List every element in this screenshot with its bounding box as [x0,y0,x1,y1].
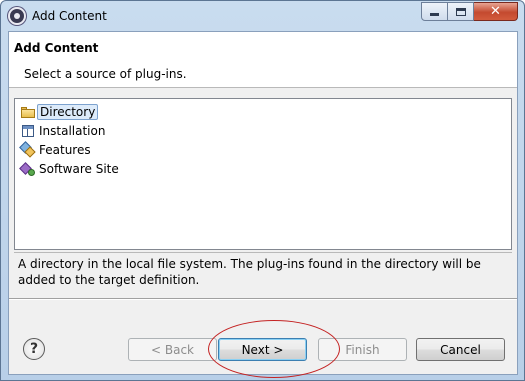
back-button[interactable]: < Back [128,338,217,361]
wizard-header: Add Content Select a source of plug-ins. [9,32,517,88]
help-button[interactable]: ? [23,338,45,360]
source-item-label: Installation [39,124,106,138]
maximize-button[interactable] [448,2,474,21]
close-icon: ✕ [490,4,501,19]
window-controls: ✕ [421,2,518,21]
minimize-icon [430,13,439,16]
annotation-oval [208,320,340,378]
dialog-body: Add Content Select a source of plug-ins.… [8,31,518,378]
source-item-features[interactable]: Features [19,141,93,159]
close-button[interactable]: ✕ [474,2,518,21]
page-description: Select a source of plug-ins. [24,67,187,81]
eclipse-app-icon [8,7,26,25]
minimize-button[interactable] [421,2,448,21]
cancel-button[interactable]: Cancel [416,338,505,361]
source-description: A directory in the local file system. Th… [14,252,512,294]
title-bar[interactable]: Add Content ✕ [1,1,524,31]
source-item-installation[interactable]: Installation [20,122,107,140]
window-title: Add Content [32,9,107,23]
source-item-label: Software Site [39,162,119,176]
software-site-icon [19,161,36,177]
source-list[interactable]: Directory Installation Features Software… [14,98,512,250]
source-item-directory[interactable]: Directory [20,103,99,121]
features-icon [19,141,36,158]
installation-icon [20,123,36,139]
source-item-software-site[interactable]: Software Site [19,160,121,178]
page-title: Add Content [14,41,99,55]
folder-icon [20,104,36,120]
button-bar-separator [9,298,517,300]
source-item-label: Features [39,143,91,157]
maximize-icon [455,7,466,16]
dialog-window: Add Content ✕ Add Content Select a sourc… [0,0,525,381]
source-item-label: Directory [37,104,99,120]
